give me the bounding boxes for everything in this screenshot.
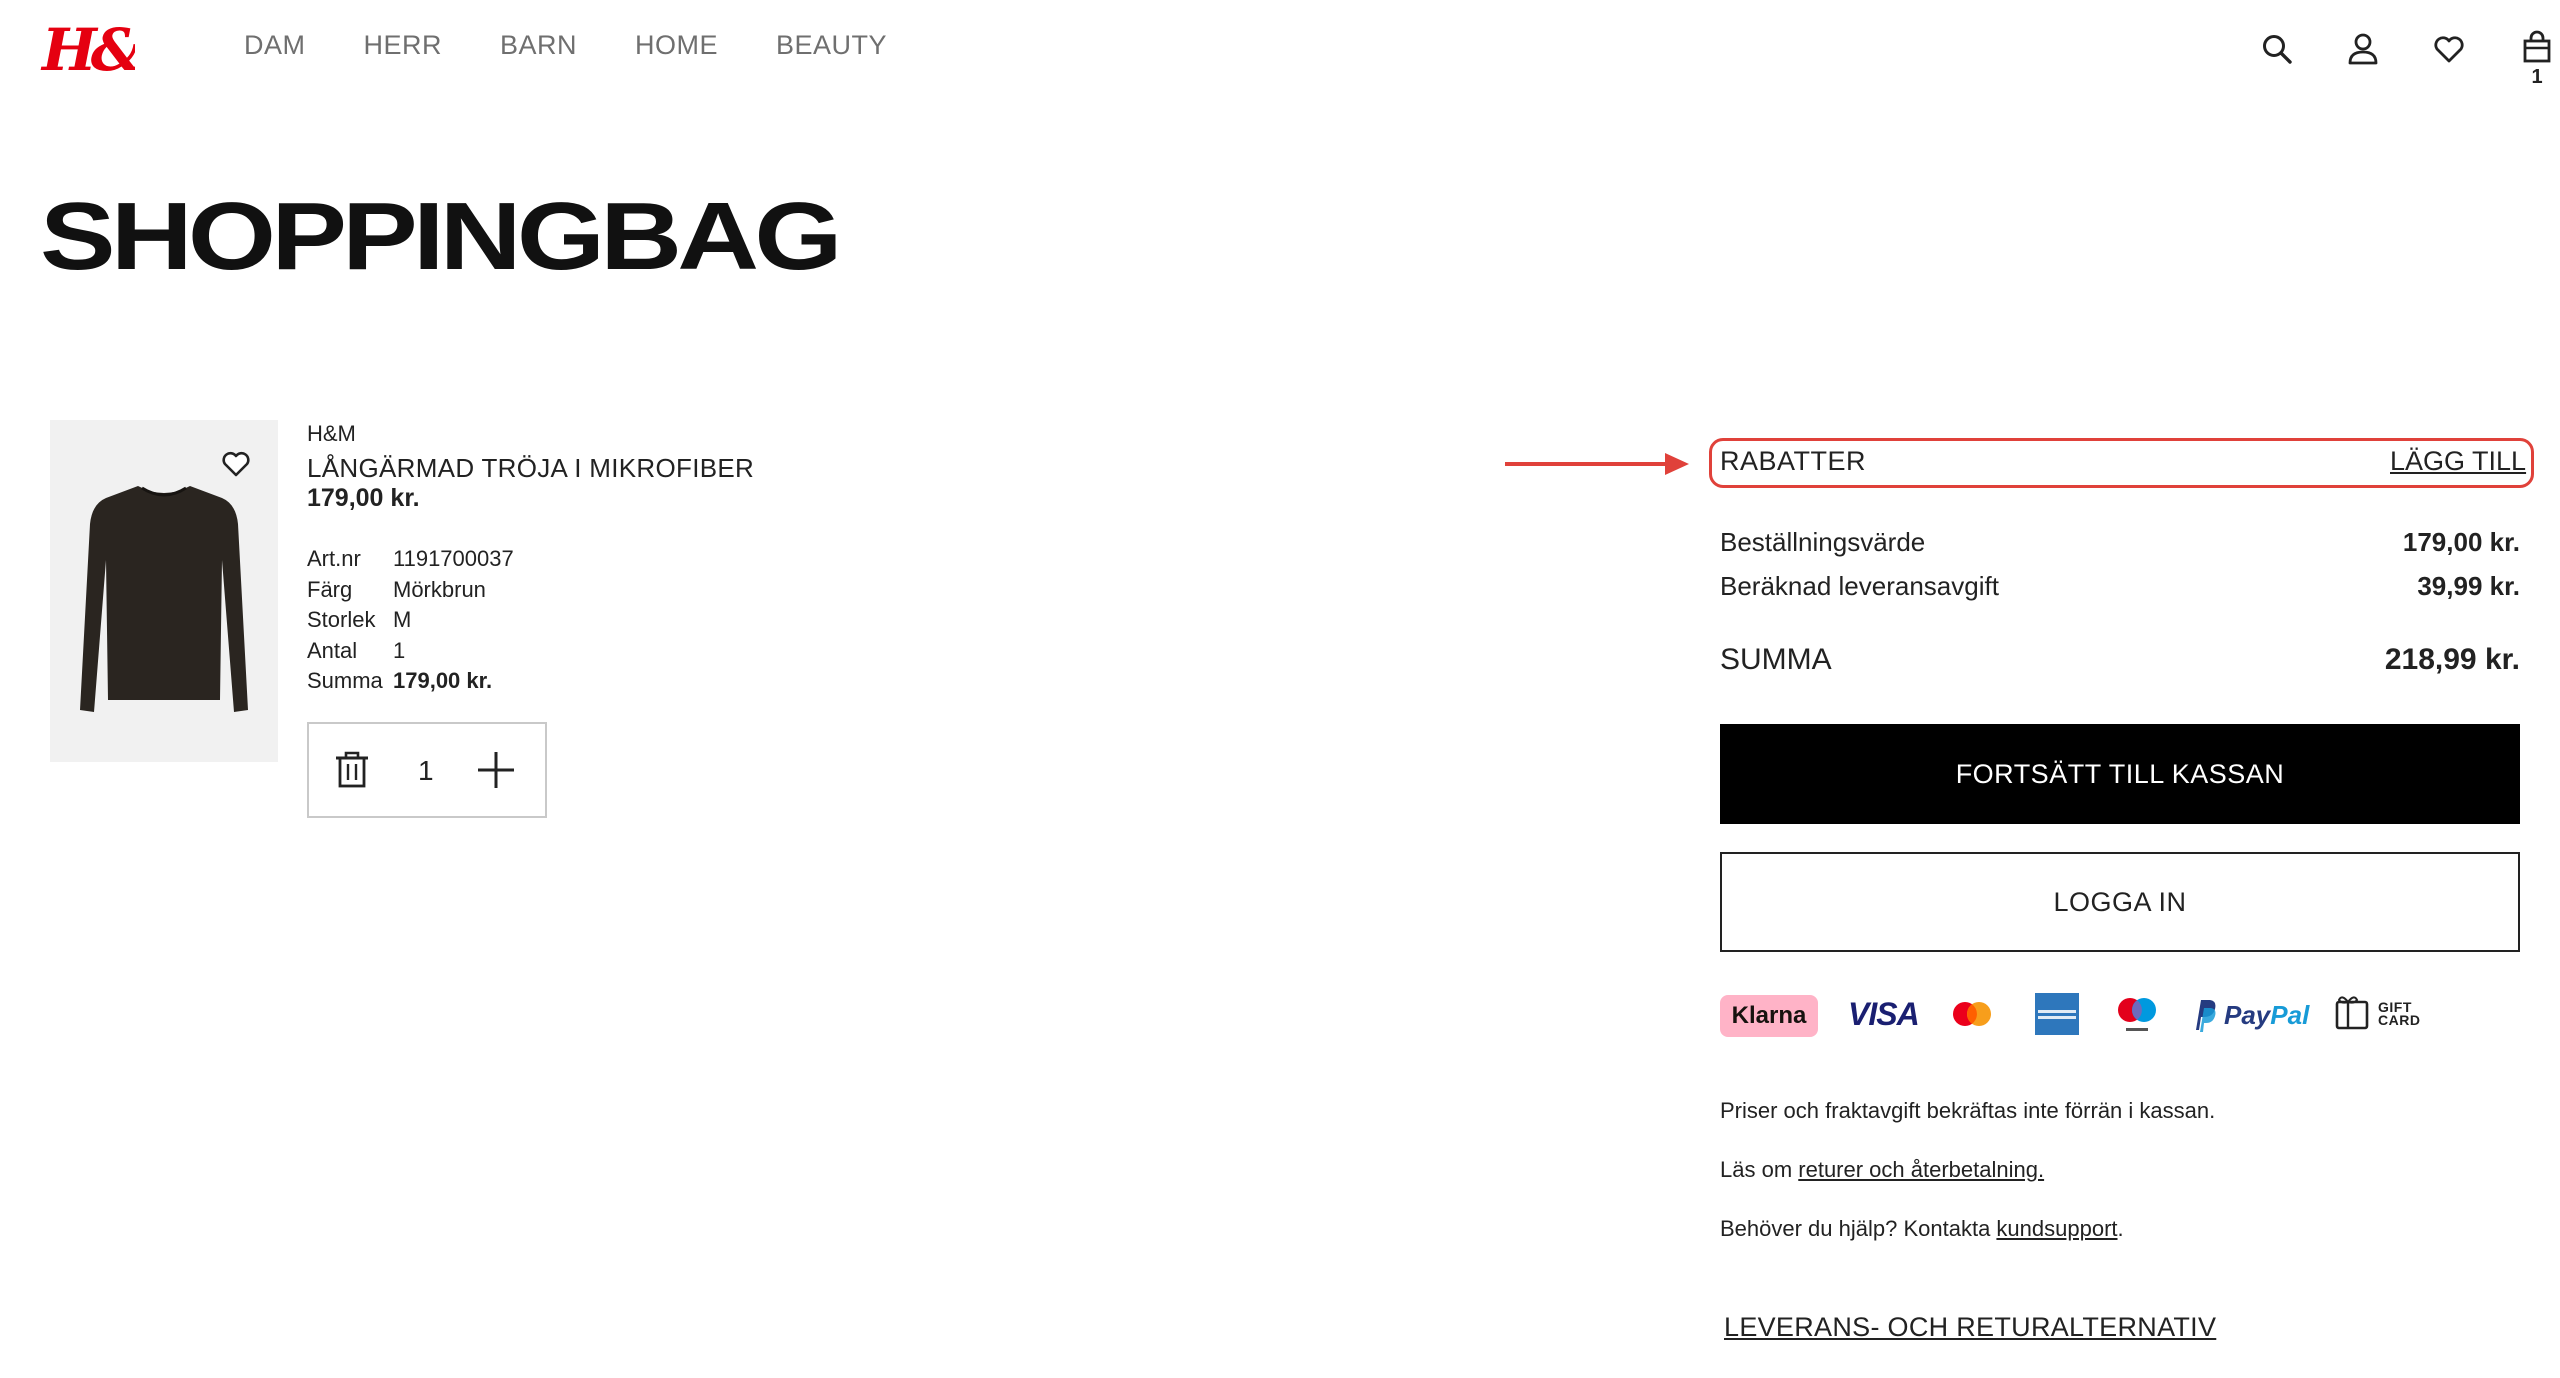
order-value-row: Beställningsvärde 179,00 kr. [1720,527,2520,558]
help-suffix: . [2117,1216,2124,1241]
account-icon[interactable] [2344,30,2382,68]
detail-key: Summa [307,668,383,693]
hm-logo-text: H&M [40,16,135,84]
bag-icon[interactable] [2518,28,2556,66]
page-title: SHOPPINGBAG [40,183,843,290]
delivery-fee-label: Beräknad leveransavgift [1720,571,1999,601]
add-discount-link[interactable]: LÄGG TILL [2390,446,2526,477]
klarna-logo: Klarna [1720,995,1818,1037]
paypal-text-a: Pay [2224,1000,2271,1030]
total-value: 218,99 kr. [2384,643,2520,676]
detail-value: Mörkbrun [393,576,486,602]
visa-logo: VISA [1848,996,1920,1032]
paypal-text-b: Pal [2270,1000,2310,1030]
detail-value: 179,00 kr. [393,668,493,693]
price-info-text: Priser och fraktavgift bekräftas inte fö… [1720,1098,2216,1123]
detail-key: Färg [307,576,353,602]
detail-key: Antal [307,637,358,663]
gift-card-text-2: CARD [2378,1012,2421,1028]
mastercard-logo [1953,1002,1991,1026]
product-name[interactable]: LÅNGÄRMAD TRÖJA I MIKROFIBER [307,453,754,484]
detail-row: Art.nr 1191700037 [307,544,514,575]
login-button[interactable]: LOGGA IN [1720,852,2520,952]
detail-value: 1 [393,637,406,663]
detail-row: Storlek M [307,605,514,636]
product-price: 179,00 kr. [307,484,420,512]
product-brand: H&M [307,421,356,446]
order-value: 179,00 kr. [2402,527,2520,557]
returns-info: Läs om returer och återbetalning. [1720,1157,2044,1183]
delivery-returns-link[interactable]: LEVERANS- OCH RETURALTERNATIV [1724,1312,2216,1343]
product-favorite-icon[interactable] [218,446,254,482]
plus-icon[interactable] [474,748,518,792]
customer-support-link[interactable]: kundsupport [1996,1216,2117,1241]
search-icon[interactable] [2258,30,2296,68]
detail-key: Art.nr [307,546,361,571]
detail-value: 1191700037 [393,546,514,571]
paypal-logo: PayPal [2224,1000,2309,1031]
detail-row: Antal 1 [307,636,514,667]
total-row: SUMMA 218,99 kr. [1720,643,2520,677]
trash-icon[interactable] [330,748,374,792]
nav-dam[interactable]: DAM [244,30,306,61]
returns-link[interactable]: returer och återbetalning. [1798,1157,2044,1182]
delivery-fee-row: Beräknad leveransavgift 39,99 kr. [1720,571,2520,602]
help-prefix: Behöver du hjälp? Kontakta [1720,1216,1997,1241]
gift-card-logo: GIFT CARD [2378,1000,2421,1028]
detail-row: Färg Mörkbrun [307,575,514,606]
detail-row: Summa 179,00 kr. [307,666,514,697]
hm-logo[interactable]: H&M [40,14,135,84]
annotation-arrow-icon [1505,453,1689,475]
paypal-icon [2196,1000,2216,1032]
main-nav: DAM HERR BARN HOME BEAUTY [244,30,887,61]
delivery-fee-value: 39,99 kr. [2417,571,2520,601]
total-label: SUMMA [1720,643,1832,676]
nav-beauty[interactable]: BEAUTY [776,30,887,61]
nav-herr[interactable]: HERR [364,30,443,61]
checkout-button[interactable]: FORTSÄTT TILL KASSAN [1720,724,2520,824]
maestro-logo [2118,998,2156,1031]
product-details: Art.nr 1191700037 Färg Mörkbrun Storlek M A… [307,544,514,697]
amex-logo [2035,993,2079,1035]
quantity-value: 1 [418,755,434,786]
nav-home[interactable]: HOME [635,30,718,61]
help-info: Behöver du hjälp? Kontakta kundsupport. [1720,1216,2124,1242]
favorites-icon[interactable] [2430,30,2468,68]
gift-card-icon [2335,996,2369,1030]
bag-count: 1 [2531,66,2543,88]
returns-prefix: Läs om [1720,1157,1799,1182]
detail-key: Storlek [307,607,376,632]
detail-value: M [393,607,412,632]
nav-barn[interactable]: BARN [500,30,577,61]
order-value-label: Beställningsvärde [1720,527,1926,557]
discounts-label: RABATTER [1720,446,1867,476]
